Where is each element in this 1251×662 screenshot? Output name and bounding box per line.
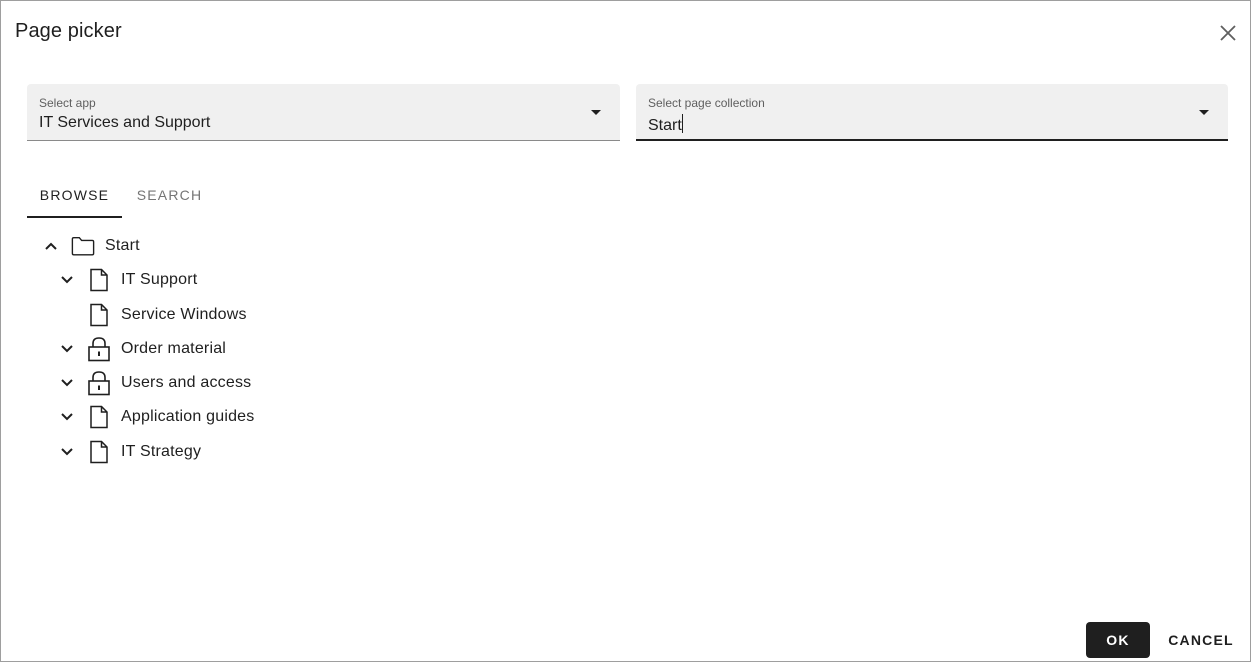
page-icon [87,405,111,429]
tree-item-label: Service Windows [121,306,247,323]
dropdown-arrow-icon [591,110,601,115]
page-picker-dialog: Page picker Select app IT Services and S… [0,0,1251,662]
select-page-collection-value: Start [648,114,683,135]
tree-item-it-strategy[interactable]: IT Strategy [57,435,201,469]
tab-search[interactable]: SEARCH [122,171,217,218]
select-app-label: Select app [39,96,96,110]
folder-icon [71,234,95,258]
lock-icon [87,337,111,362]
chevron-down-icon[interactable] [57,407,77,427]
chevron-down-icon[interactable] [57,442,77,462]
select-page-collection-dropdown[interactable]: Select page collection Start [636,84,1228,141]
close-button[interactable] [1214,19,1242,47]
page-icon [87,303,111,327]
tree-item-label: Users and access [121,374,252,391]
text-caret [681,114,683,133]
select-app-dropdown[interactable]: Select app IT Services and Support [27,84,620,141]
tree-item-start[interactable]: Start [41,229,140,263]
cancel-button[interactable]: CANCEL [1161,622,1241,658]
tree-item-label: Start [105,237,140,254]
close-icon [1220,25,1236,41]
tree-item-label: IT Support [121,271,198,288]
tree-item-label: IT Strategy [121,443,202,460]
tree-item-application-guides[interactable]: Application guides [57,400,254,434]
chevron-down-icon[interactable] [57,373,77,393]
tab-browse[interactable]: BROWSE [27,171,122,218]
chevron-down-icon[interactable] [57,339,77,359]
tree-item-order-material[interactable]: Order material [57,332,226,366]
select-app-value: IT Services and Support [39,114,211,131]
chevron-up-icon[interactable] [41,236,61,256]
ok-button[interactable]: OK [1086,622,1150,658]
page-icon [87,268,111,292]
select-page-collection-label: Select page collection [648,96,765,110]
tree-item-users-and-access[interactable]: Users and access [57,366,251,400]
page-icon [87,440,111,464]
tree-item-label: Order material [121,340,227,357]
dropdown-arrow-icon [1199,110,1209,115]
lock-icon [87,371,111,396]
dialog-title: Page picker [15,20,122,42]
select-page-collection-text: Start [648,117,682,134]
tree-item-it-support[interactable]: IT Support [57,263,197,297]
tree-item-service-windows[interactable]: Service Windows [57,298,247,332]
chevron-down-icon[interactable] [57,270,77,290]
tree-item-label: Application guides [121,408,255,425]
